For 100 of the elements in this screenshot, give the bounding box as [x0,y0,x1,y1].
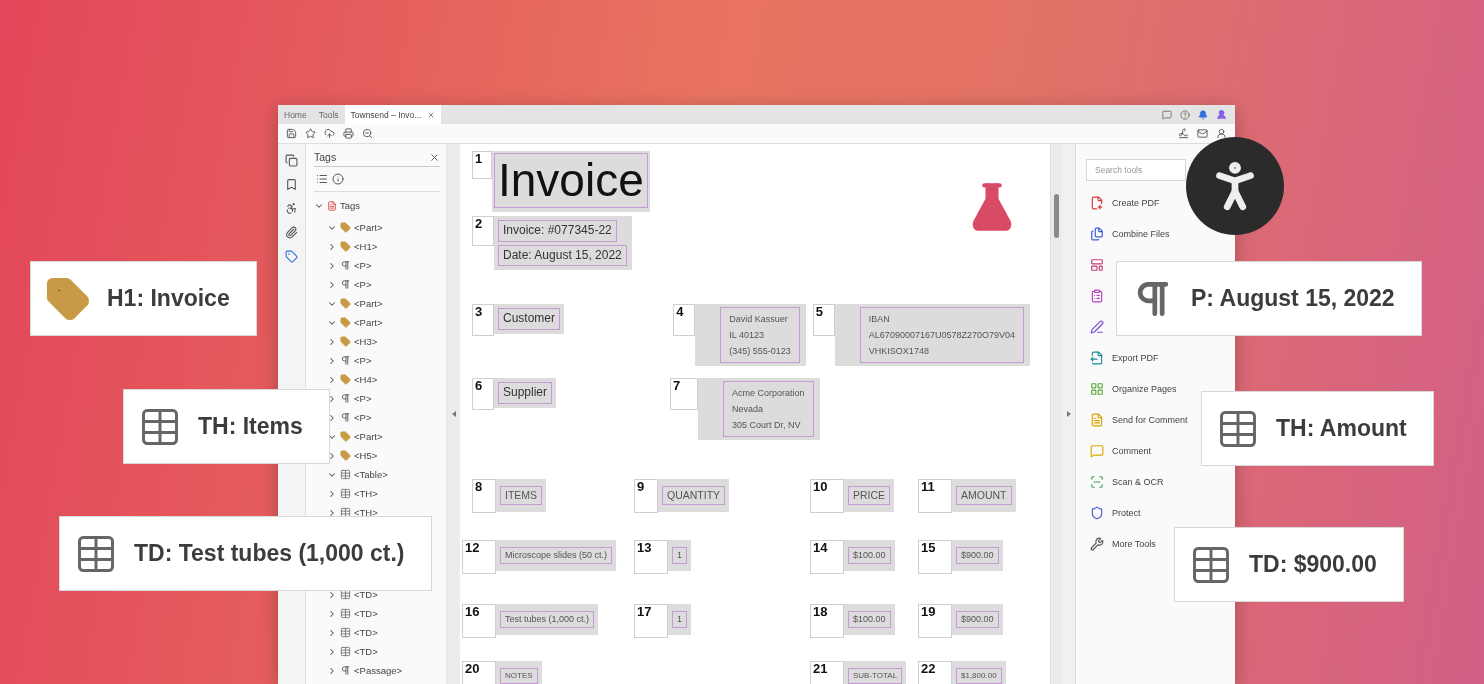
tree-item[interactable]: <Table> [354,469,388,480]
mail-icon[interactable] [1197,128,1208,139]
star-icon[interactable] [305,128,316,139]
tag-text: $900.00 [956,547,999,564]
tool-button[interactable]: Export PDF [1086,342,1159,373]
table-icon [340,646,351,657]
options-icon[interactable] [316,173,328,185]
expand-toggle[interactable] [327,241,337,252]
tool-button[interactable]: Create PDF [1086,187,1160,218]
pdf-icon [327,200,337,211]
expand-toggle[interactable] [327,589,337,600]
expand-toggle[interactable] [327,355,337,366]
tree-item[interactable]: <P> [354,355,372,366]
collapse-icon[interactable] [451,411,456,417]
tree-item[interactable]: <H3> [354,336,378,347]
expand-toggle[interactable] [327,665,337,676]
chat-icon[interactable] [1162,109,1172,120]
expand-toggle[interactable] [327,412,337,423]
tool-button[interactable]: More Tools [1086,528,1156,559]
save-icon[interactable] [286,128,297,139]
tab[interactable]: Home [278,105,313,124]
tab[interactable]: Tools [312,105,345,124]
scan-icon [1090,474,1104,489]
avatar-icon[interactable] [1216,109,1227,120]
tree-item[interactable]: Tags [340,200,361,211]
tag-icon [340,298,351,309]
tree-item[interactable]: <Part> [354,317,383,328]
help-icon[interactable] [1180,109,1190,120]
tag-icon[interactable] [285,250,298,263]
user-icon[interactable] [1216,128,1227,139]
paperclip-icon[interactable] [285,226,298,239]
expand-toggle[interactable] [327,374,337,385]
close-icon[interactable] [429,151,440,163]
tag-icon [340,241,351,252]
bookmark-icon[interactable] [285,178,298,191]
tag-icon [340,431,351,442]
bell-icon[interactable] [1198,109,1208,120]
tree-item[interactable]: <P> [354,412,372,423]
close-icon[interactable] [427,110,436,119]
tree-item[interactable]: <Passage> [354,665,403,676]
info-icon[interactable] [332,173,344,185]
tree-item[interactable]: <TH> [354,488,378,499]
tree-item[interactable]: <TD> [354,627,378,638]
upload-icon[interactable] [324,128,335,139]
tree-item[interactable]: <P> [354,260,372,271]
pages-icon[interactable] [285,154,298,167]
tag-number: 17 [634,604,668,639]
tree-item[interactable]: <TH> [354,507,378,518]
tool-button[interactable]: Comment [1086,435,1151,466]
tree-item[interactable]: <Part> [354,431,383,442]
tree-item[interactable]: <H4> [354,374,378,385]
tool-button[interactable]: Send for Comment [1086,404,1188,435]
paragraph-icon [340,279,351,290]
expand-toggle[interactable] [327,608,337,619]
signature-icon[interactable] [1178,128,1189,139]
tool-button[interactable]: Combine Files [1086,218,1170,249]
tool-button[interactable]: Scan & OCR [1086,466,1164,497]
expand-icon[interactable] [1066,411,1071,417]
tree-item[interactable]: <H5> [354,450,378,461]
tag-number: 7 [670,378,698,411]
zoom-out-icon[interactable] [362,128,373,139]
search-field[interactable]: Search tools [1086,159,1186,181]
tool-button[interactable]: Protect [1086,497,1141,528]
tree-item[interactable]: <Part> [354,222,383,233]
expand-toggle[interactable] [327,336,337,347]
expand-toggle[interactable] [327,627,337,638]
tag-text: Test tubes (1,000 ct.) [500,611,595,628]
address-text: Acme Corporation Nevada 305 Court Dr, NV [723,381,814,438]
tag-text: QUANTITY [662,486,726,505]
document-icon [1090,412,1104,427]
tag-text: 1 [672,547,687,564]
tag-text: Microscope slides (50 ct.) [500,547,613,564]
tree-item[interactable]: <TD> [354,646,378,657]
tool-button[interactable]: Organize Pages [1086,373,1177,404]
expand-toggle[interactable] [327,646,337,657]
tree-item[interactable]: <TD> [354,589,378,600]
tag-text: $100.00 [848,611,891,628]
expand-toggle[interactable] [327,507,337,518]
tree-item[interactable]: <Part> [354,298,383,309]
accessibility-icon[interactable] [285,202,298,215]
scrollbar-thumb[interactable] [1054,194,1059,238]
tree-item[interactable]: <P> [354,393,372,404]
tag-number: 11 [918,479,952,514]
expand-toggle[interactable] [327,393,337,404]
file-export-icon [1090,350,1104,365]
tab[interactable]: Townsend – Invo... [344,105,442,124]
expand-toggle[interactable] [327,450,337,461]
tree-item[interactable]: <H1> [354,241,378,252]
expand-toggle[interactable] [327,279,337,290]
tag-icon [340,317,351,328]
expand-toggle[interactable] [327,260,337,271]
tree-item[interactable]: <TD> [354,608,378,619]
tree-item[interactable]: <P> [354,279,372,290]
tag-number: 13 [634,540,668,575]
print-icon[interactable] [343,128,354,139]
invoice-title: Invoice [494,153,648,208]
tag-icon [340,374,351,385]
tag-icon [340,450,351,461]
callout-text: H1: Invoice [107,285,230,312]
expand-toggle[interactable] [327,488,337,499]
